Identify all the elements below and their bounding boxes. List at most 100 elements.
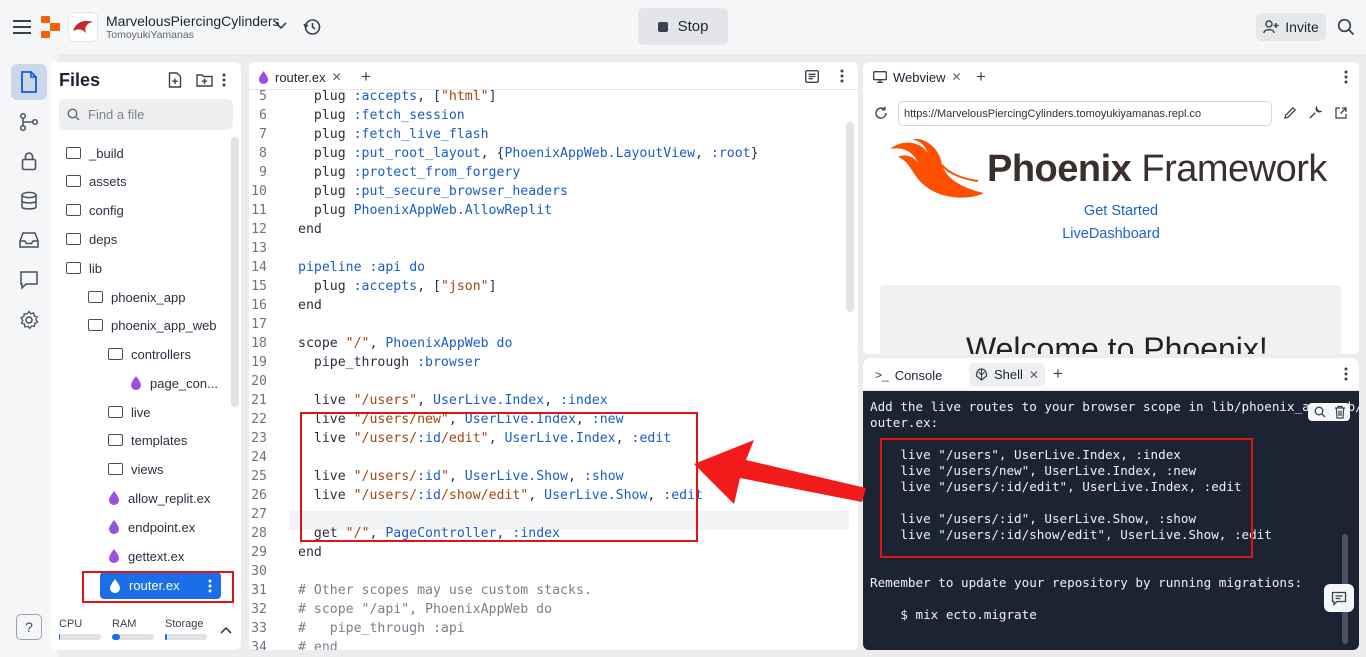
find-file-placeholder: Find a file [88, 107, 145, 122]
code-line[interactable]: 20 [249, 372, 849, 391]
line-content: end [298, 545, 322, 560]
tree-folder-lib[interactable]: lib [66, 256, 102, 280]
chat-bubble-button[interactable] [1324, 584, 1354, 612]
tree-folder-views[interactable]: views [108, 457, 164, 481]
stop-button[interactable]: Stop [638, 8, 728, 45]
cpu-label: CPU [59, 618, 83, 630]
livedashboard-link[interactable]: LiveDashboard [863, 226, 1359, 242]
search-icon[interactable] [1314, 406, 1326, 418]
code-line[interactable]: 33 # pipe_through :api [249, 619, 849, 638]
code-line[interactable]: 18 scope "/", PhoenixAppWeb do [249, 334, 849, 353]
tree-file-gettext[interactable]: gettext.ex [108, 544, 184, 568]
code-line[interactable]: 13 [249, 239, 849, 258]
get-started-link[interactable]: Get Started [873, 203, 1359, 219]
close-tab-icon[interactable]: ✕ [952, 70, 962, 84]
line-content: live "/users", UserLive.Index, :index [298, 393, 608, 408]
open-external-icon[interactable] [1333, 105, 1349, 121]
tab-shell[interactable]: Shell ✕ [969, 363, 1045, 386]
code-line[interactable]: 7 plug :fetch_live_flash [249, 125, 849, 144]
repl-name[interactable]: MarvelousPiercingCylinders [106, 13, 280, 29]
reload-icon[interactable] [873, 105, 889, 121]
new-folder-icon[interactable] [195, 72, 213, 88]
storage-bar-fill [165, 634, 168, 640]
tab-router-ex[interactable]: router.ex ✕ [258, 66, 342, 88]
shell-more-icon[interactable] [1341, 367, 1351, 381]
line-number: 6 [259, 108, 267, 123]
editor-more-icon[interactable] [837, 69, 847, 83]
resource-usage[interactable]: CPU RAM Storage [58, 615, 241, 655]
lock-secrets-icon[interactable] [11, 143, 47, 179]
replit-logo-icon[interactable] [40, 16, 62, 38]
tree-file-allow-replit[interactable]: allow_replit.ex [108, 486, 210, 510]
git-branch-icon[interactable] [11, 104, 47, 140]
chevron-down-icon[interactable] [272, 17, 290, 35]
inbox-icon[interactable] [11, 222, 47, 258]
outline-view-icon[interactable] [804, 69, 820, 83]
close-tab-icon[interactable]: ✕ [1029, 368, 1039, 382]
hamburger-menu-icon[interactable] [10, 15, 34, 39]
line-content: plug :fetch_live_flash [298, 127, 489, 142]
tab-webview[interactable]: Webview ✕ [873, 66, 962, 88]
tree-folder-config[interactable]: config [66, 198, 124, 222]
tab-console[interactable]: >_ Console [875, 364, 942, 386]
phoenix-bird-logo [890, 139, 984, 198]
code-line[interactable]: 15 plug :accepts, ["json"] [249, 277, 849, 296]
code-line[interactable]: 11 plug PhoenixAppWeb.AllowReplit [249, 201, 849, 220]
code-line[interactable]: 6 plug :fetch_session [249, 106, 849, 125]
editor-scrollbar[interactable] [846, 122, 854, 312]
chat-icon[interactable] [11, 262, 47, 298]
database-icon[interactable] [11, 183, 47, 219]
tree-folder-live[interactable]: live [108, 400, 151, 424]
tree-folder-controllers[interactable]: controllers [108, 342, 191, 366]
code-line[interactable]: 12 end [249, 220, 849, 239]
tree-folder-deps[interactable]: deps [66, 227, 117, 251]
invite-button[interactable]: Invite [1256, 13, 1326, 41]
code-line[interactable]: 17 [249, 315, 849, 334]
line-number: 8 [259, 146, 267, 161]
add-tab-icon[interactable]: + [1053, 363, 1063, 385]
help-button[interactable]: ? [16, 614, 42, 640]
add-tab-icon[interactable]: + [361, 66, 371, 88]
tree-file-endpoint[interactable]: endpoint.ex [108, 515, 195, 539]
tree-folder-build[interactable]: _build [66, 141, 124, 165]
edit-pencil-icon[interactable] [1282, 105, 1298, 121]
code-line[interactable]: 29 end [249, 543, 849, 562]
files-scrollbar[interactable] [231, 137, 239, 407]
devtools-wrench-icon[interactable] [1307, 105, 1323, 121]
code-line[interactable]: 32 # scope "/api", PhoenixAppWeb do [249, 600, 849, 619]
code-area[interactable]: 5 plug :accepts, ["html"] 6 plug :fetch_s… [249, 90, 849, 650]
close-tab-icon[interactable]: ✕ [332, 70, 342, 84]
tree-label: deps [89, 231, 118, 247]
tree-folder-assets[interactable]: assets [66, 169, 127, 193]
code-line[interactable]: 19 pipe_through :browser [249, 353, 849, 372]
tree-folder-phoenix-app[interactable]: phoenix_app [88, 285, 185, 309]
more-options-icon[interactable] [218, 72, 230, 88]
line-number: 21 [251, 393, 267, 408]
tree-file-page-controller[interactable]: page_con... [130, 371, 218, 395]
search-icon[interactable] [1335, 16, 1357, 38]
webview-more-icon[interactable] [1341, 70, 1351, 84]
tree-folder-phoenix-app-web[interactable]: phoenix_app_web [88, 313, 217, 337]
url-bar[interactable]: https://MarvelousPiercingCylinders.tomoy… [898, 101, 1272, 126]
history-icon[interactable] [301, 16, 323, 38]
code-line[interactable]: 5 plug :accepts, ["html"] [249, 90, 849, 106]
add-tab-icon[interactable]: + [976, 66, 986, 88]
code-line[interactable]: 10 plug :put_secure_browser_headers [249, 182, 849, 201]
code-line[interactable]: 34 # end [249, 638, 849, 650]
code-line[interactable]: 30 [249, 562, 849, 581]
welcome-heading: Welcome to Phoenix! [966, 331, 1268, 354]
code-line[interactable]: 9 plug :protect_from_forgery [249, 163, 849, 182]
tree-folder-templates[interactable]: templates [108, 428, 187, 452]
find-file-input[interactable]: Find a file [59, 99, 233, 130]
settings-gear-icon[interactable] [11, 302, 47, 338]
code-line[interactable]: 14 pipeline :api do [249, 258, 849, 277]
repl-avatar-icon[interactable] [68, 12, 98, 42]
code-line[interactable]: 8 plug :put_root_layout, {PhoenixAppWeb.… [249, 144, 849, 163]
trash-icon[interactable] [1334, 405, 1346, 419]
new-file-icon[interactable] [167, 72, 183, 88]
files-tool-icon[interactable] [11, 64, 47, 100]
code-line[interactable]: 21 live "/users", UserLive.Index, :index [249, 391, 849, 410]
code-line[interactable]: 31 # Other scopes may use custom stacks. [249, 581, 849, 600]
chevron-up-icon[interactable] [220, 626, 232, 634]
code-line[interactable]: 16 end [249, 296, 849, 315]
